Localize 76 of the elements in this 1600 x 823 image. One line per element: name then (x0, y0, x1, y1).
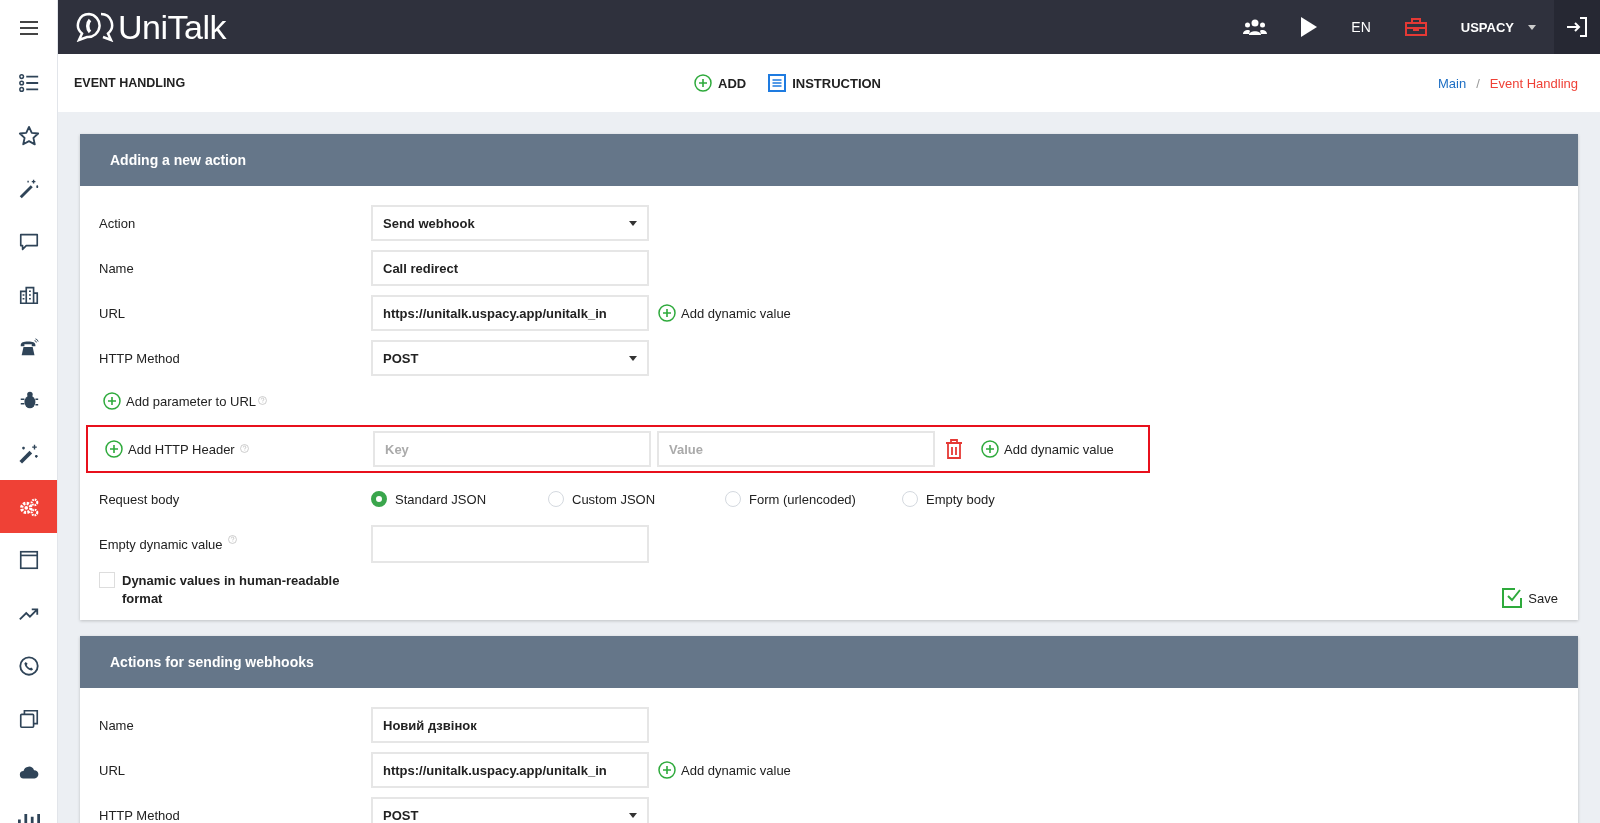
play-button[interactable] (1301, 17, 1318, 37)
radio-option[interactable]: Form (urlencoded) (725, 491, 902, 507)
plus-circle-icon (694, 74, 712, 92)
trash-icon (945, 439, 963, 459)
breadcrumb-link[interactable]: Event Handling (1489, 75, 1578, 91)
add-dynamic-value-button[interactable]: Add dynamic value (981, 440, 1114, 458)
card-title: Actions for sending webhooks (110, 654, 314, 670)
field-label: Name (99, 260, 135, 276)
people-icon (1243, 18, 1268, 36)
plus-circle-icon (658, 761, 676, 779)
checkbox-label: Dynamic values in human-readable format (122, 572, 341, 608)
play-icon (1301, 17, 1318, 37)
magic-wand-icon (17, 442, 40, 465)
checkbox-tick-icon (1502, 588, 1523, 608)
add-button[interactable]: ADD (694, 74, 747, 92)
breadcrumb-separator: / (1476, 75, 1480, 91)
window-icon (17, 548, 40, 571)
page-title: EVENT HANDLING (74, 76, 187, 90)
briefcase-icon (1404, 18, 1427, 36)
radio-option[interactable]: Standard JSON (371, 491, 548, 507)
card-title: Adding a new action (110, 152, 247, 168)
select-field[interactable]: Send webhook (371, 205, 649, 241)
breadcrumb-link[interactable]: Main (1438, 75, 1467, 91)
logo-text: UniTalk (118, 7, 226, 47)
star-icon (17, 124, 40, 147)
caret-icon (1528, 24, 1536, 30)
add-http-header-button[interactable]: Add HTTP Header (105, 440, 235, 458)
logout-icon (1566, 16, 1588, 38)
logo-icon (76, 12, 116, 42)
caret-icon (629, 220, 637, 226)
instruction-button[interactable]: INSTRUCTION (768, 74, 881, 92)
input-field[interactable]: Call redirect (371, 250, 649, 286)
input-field[interactable]: https://unitalk.uspacy.app/unitalk_in (371, 295, 649, 331)
phone-icon (17, 654, 40, 677)
add-parameter-button[interactable]: Add parameter to URL (103, 392, 257, 410)
logout-button[interactable] (1554, 0, 1600, 54)
caret-icon (629, 355, 637, 361)
caret-icon (629, 812, 637, 818)
input-field[interactable]: https://unitalk.uspacy.app/unitalk_in (371, 752, 649, 788)
list-icon (17, 71, 40, 94)
field-label: HTTP Method (99, 350, 181, 366)
plus-circle-icon (105, 440, 123, 458)
checkbox[interactable] (99, 572, 115, 588)
value-input[interactable]: Value (657, 431, 935, 467)
input-field[interactable]: Новий дзвінок (371, 707, 649, 743)
add-dynamic-value-button[interactable]: Add dynamic value (658, 304, 791, 322)
radio-option[interactable]: Custom JSON (548, 491, 725, 507)
help-icon (258, 395, 268, 405)
field-label: URL (99, 305, 126, 321)
field-label: Request body (99, 491, 181, 507)
document-icon (768, 74, 787, 92)
team-button[interactable] (1243, 18, 1268, 36)
language-button[interactable]: EN (1351, 19, 1371, 35)
menu-icon (18, 20, 39, 36)
add-dynamic-value-button[interactable]: Add dynamic value (658, 761, 791, 779)
copy-icon (17, 707, 40, 730)
select-field[interactable]: POST (371, 797, 649, 823)
select-field[interactable]: POST (371, 340, 649, 376)
help-icon (227, 534, 237, 544)
help-icon (239, 443, 249, 453)
field-label: Action (99, 215, 137, 231)
magic-wand-icon (17, 177, 40, 200)
field-label: HTTP Method (99, 807, 181, 823)
key-input[interactable]: Key (373, 431, 651, 467)
save-button[interactable]: Save (1502, 588, 1558, 608)
plus-circle-icon (981, 440, 999, 458)
input-field[interactable] (371, 525, 649, 563)
field-label: Name (99, 717, 135, 733)
plus-circle-icon (658, 304, 676, 322)
field-label: Empty dynamic value (99, 536, 223, 552)
plus-circle-icon (103, 392, 121, 410)
field-label: URL (99, 762, 126, 778)
account-dropdown[interactable]: USPACY (1460, 19, 1536, 35)
radio-option[interactable]: Empty body (902, 491, 1079, 507)
briefcase-button[interactable] (1404, 18, 1427, 36)
delete-button[interactable] (945, 439, 963, 459)
